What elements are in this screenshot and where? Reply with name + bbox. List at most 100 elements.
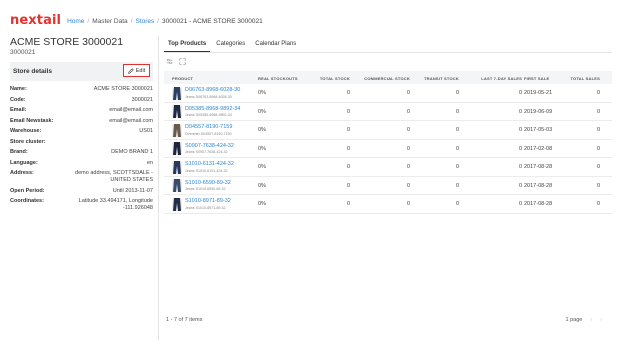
column-header-product[interactable]: PRODUCT [172, 76, 193, 81]
real-stockouts-value: 0% [258, 127, 266, 133]
store-details-title: Store details [13, 68, 53, 75]
first-sale-value: 2017-08-28 [524, 182, 553, 189]
transit-stock-value: 0 [455, 108, 459, 115]
field-value: US01 [139, 128, 153, 134]
field-label: Email Newstask: [10, 117, 54, 124]
first-sale-value: 2017-08-28 [524, 201, 553, 207]
product-code-link[interactable]: S1010-8971-89-32 [185, 198, 231, 204]
product-code-link[interactable]: D04557-8190-7159 [185, 124, 232, 130]
product-code-link[interactable]: S1010-6590-89-32 [185, 180, 231, 186]
tab-categories[interactable]: Categories [212, 36, 249, 52]
field-value: 3000021 [131, 96, 153, 103]
field-value: email@email.com [109, 117, 153, 124]
page-count: 1 page [565, 317, 583, 323]
commercial-stock-value: 0 [406, 145, 410, 152]
main-panel: Top Products Categories Calendar Plans P… [164, 36, 612, 336]
field-label: Email: [10, 107, 27, 113]
product-description: Jeans D05385-8968-9892-34 [185, 113, 232, 117]
product-thumbnail [172, 105, 182, 118]
column-header-real-stockouts[interactable]: REAL STOCKOUTS [258, 76, 298, 81]
breadcrumb-master-data: Master Data [92, 17, 128, 25]
field-label: Store cluster: [10, 138, 46, 145]
first-sale-value: 2019-06-09 [524, 108, 553, 115]
tab-calendar-plans[interactable]: Calendar Plans [251, 36, 300, 52]
column-header-transit-stock[interactable]: TRANSIT STOCK [424, 76, 459, 81]
last-7-day-sales-value: 0 [518, 201, 522, 207]
field-label: Name: [10, 86, 27, 92]
product-thumbnail [172, 197, 182, 211]
field-row: Code: 3000021 [10, 97, 153, 104]
product-code-link[interactable]: D05385-8968-9892-34 [185, 106, 240, 112]
expand-icon[interactable] [179, 58, 186, 65]
total-stock-value: 0 [346, 164, 350, 170]
product-thumbnail [172, 160, 182, 174]
product-code-link[interactable]: D06763-8968-6028-30 [185, 87, 240, 93]
field-row: Address: demo address, SCOTTSDALE - UNITE… [10, 170, 153, 184]
field-value: DEMO BRAND 1 [111, 149, 153, 155]
first-sale-value: 2017-05-03 [524, 127, 553, 133]
total-stock-value: 0 [346, 182, 350, 189]
field-row: Email Newstask: email@email.com [10, 118, 153, 125]
breadcrumb-separator: / [157, 17, 160, 25]
top-bar: nextail Home / Master Data / Stores / 30… [10, 14, 263, 28]
column-header-commercial-stock[interactable]: COMMERCIAL STOCK [364, 76, 410, 81]
commercial-stock-value: 0 [406, 90, 410, 96]
total-stock-value: 0 [346, 90, 350, 96]
tab-bar: Top Products Categories Calendar Plans [164, 36, 302, 52]
nextail-logo[interactable]: nextail [10, 14, 61, 28]
product-code-link[interactable]: S1010-6131-424-32 [185, 161, 234, 167]
tab-top-products[interactable]: Top Products [164, 36, 211, 52]
pagination: 1 page ‹ › [565, 317, 602, 323]
product-description: Jeans S1010-8971-89-32 [185, 205, 226, 210]
field-value: email@email.com [109, 107, 153, 113]
last-7-day-sales-value: 0 [518, 145, 522, 152]
total-sales-value: 0 [596, 164, 600, 170]
breadcrumb-stores[interactable]: Stores [135, 18, 154, 25]
table-toolbar [166, 58, 186, 65]
table-row[interactable]: D06763-8968-6028-30 Jeans D06763-8968-602… [164, 84, 612, 103]
table-row[interactable]: S1010-8971-89-32 Jeans S1010-8971-89-32 0%… [164, 195, 612, 214]
chevron-right-icon[interactable]: › [600, 317, 602, 323]
field-row: Open Period: Until 2013-11-07 [10, 188, 153, 195]
table-row[interactable]: D05385-8968-9892-34 Jeans D05385-8968-989… [164, 103, 612, 121]
breadcrumb-home[interactable]: Home [67, 18, 84, 25]
commercial-stock-value: 0 [406, 201, 410, 207]
first-sale-value: 2017-02-08 [524, 145, 553, 152]
transit-stock-value: 0 [455, 90, 459, 96]
table-row[interactable]: S0907-7638-424-32 Jeans S0907-7638-424-32… [164, 140, 612, 158]
total-sales-value: 0 [596, 145, 600, 152]
product-thumbnail [172, 123, 182, 137]
column-header-last-7-day-sales[interactable]: LAST 7-DAY SALES [481, 76, 522, 81]
column-header-total-stock[interactable]: TOTAL STOCK [320, 76, 350, 81]
store-details-fields: Name: ACME STORE 3000021 Code: 3000021 Ema… [10, 86, 153, 216]
real-stockouts-value: 0% [258, 182, 266, 189]
store-details-header: Store details Edit [10, 62, 153, 81]
table-row[interactable]: S1010-6590-89-32 Jeans S1010-6590-89-32 0%… [164, 177, 612, 195]
field-value: ACME STORE 3000021 [93, 86, 153, 92]
edit-button[interactable]: Edit [123, 64, 150, 77]
chevron-left-icon[interactable]: ‹ [590, 317, 592, 323]
field-label: Address: [10, 170, 34, 176]
product-thumbnail [172, 142, 182, 155]
field-label: Coordinates: [10, 198, 44, 204]
total-sales-value: 0 [596, 108, 600, 115]
total-stock-value: 0 [346, 108, 350, 115]
field-row: Name: ACME STORE 3000021 [10, 86, 153, 93]
product-description: Jeans S1010-6131-424-32 [185, 168, 228, 173]
commercial-stock-value: 0 [406, 164, 410, 170]
field-label: Warehouse: [10, 128, 42, 134]
table-row[interactable]: S1010-6131-424-32 Jeans S1010-6131-424-32… [164, 158, 612, 177]
field-label: Brand: [10, 149, 28, 155]
product-description: Jeans D06763-8968-6028-30 [185, 94, 232, 99]
total-sales-value: 0 [596, 127, 600, 133]
product-code-link[interactable]: S0907-7638-424-32 [185, 143, 234, 149]
table-row[interactable]: D04557-8190-7159 Overshirt D04557-8190-71… [164, 121, 612, 140]
field-value: en [146, 159, 153, 166]
product-thumbnail [172, 179, 182, 192]
total-stock-value: 0 [346, 201, 350, 207]
column-header-first-sale[interactable]: FIRST SALE [524, 76, 549, 81]
transit-stock-value: 0 [455, 127, 459, 133]
commercial-stock-value: 0 [406, 182, 410, 189]
column-header-total-sales[interactable]: TOTAL SALES [570, 76, 600, 81]
filter-settings-icon[interactable] [166, 58, 173, 65]
